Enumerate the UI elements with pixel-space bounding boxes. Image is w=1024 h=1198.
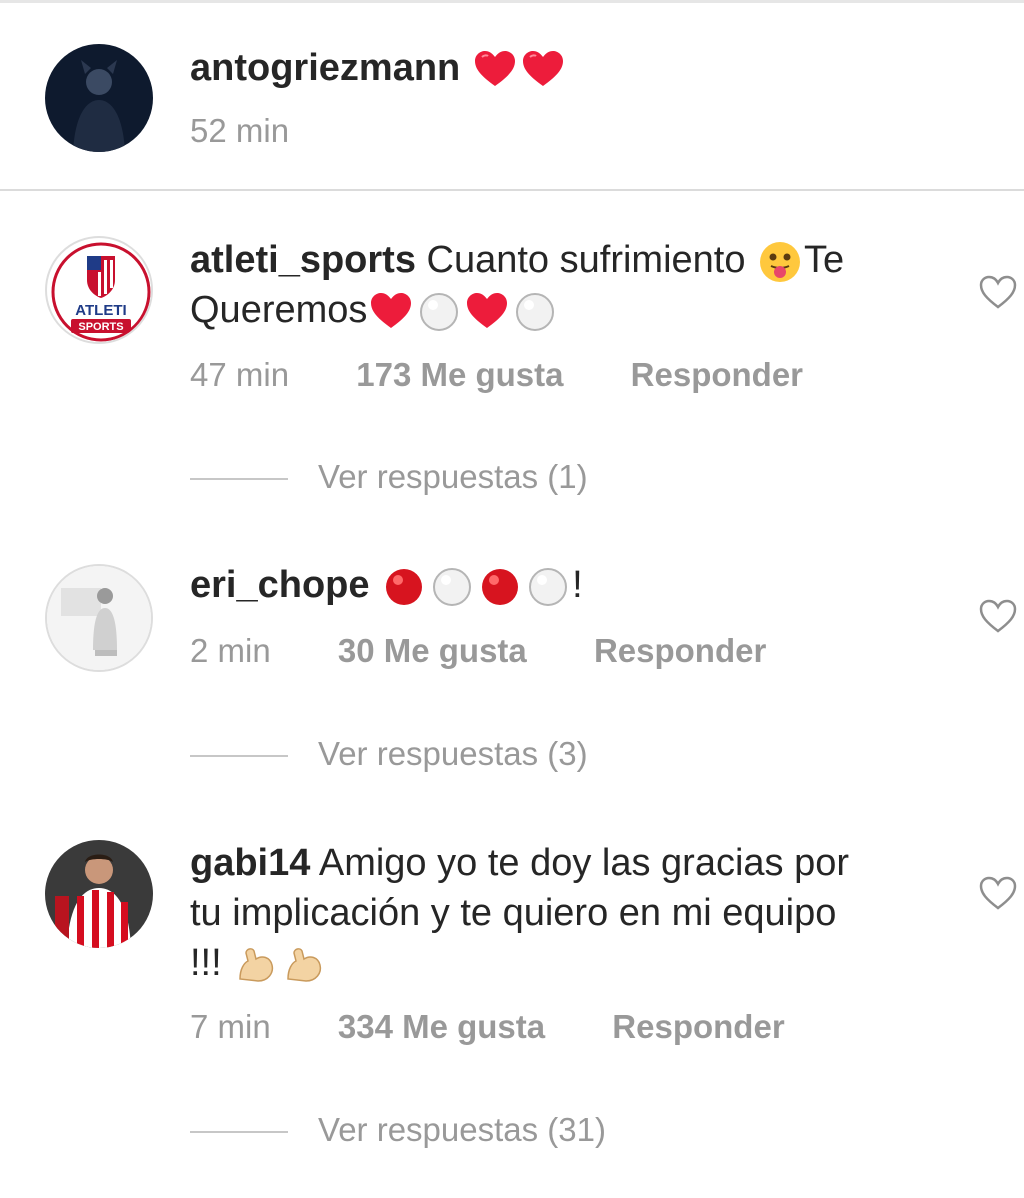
flexed-biceps-icon: [282, 943, 326, 987]
likes-count[interactable]: 334 Me gusta: [338, 1008, 545, 1046]
post-caption: antogriezmann 52 min: [0, 0, 1024, 192]
comment-time: 47 min: [190, 356, 290, 393]
reply-button[interactable]: Responder: [594, 632, 766, 670]
view-replies-button[interactable]: Ver respuestas (3): [190, 735, 588, 773]
likes-count[interactable]: 30 Me gusta: [338, 632, 527, 670]
logo-text-sports: SPORTS: [78, 321, 123, 333]
avatar[interactable]: [45, 840, 153, 948]
reply-button[interactable]: Responder: [612, 1008, 784, 1046]
profile-photo-icon: [45, 44, 153, 152]
comment-body: gabi14 Amigo yo te doy las gracias por t…: [190, 838, 870, 988]
likes-count[interactable]: 173 Me gusta: [356, 356, 563, 394]
replies-dash: [190, 478, 288, 481]
avatar[interactable]: [45, 564, 153, 672]
profile-photo-icon: [45, 840, 153, 948]
avatar[interactable]: ATLETI SPORTS: [45, 236, 153, 344]
view-replies-button[interactable]: Ver respuestas (31): [190, 1111, 606, 1149]
red-heart-icon: [465, 290, 509, 334]
view-replies-label: Ver respuestas (31): [318, 1111, 606, 1148]
red-ball-icon: [478, 565, 522, 609]
comment-meta: 2 min 30 Me gusta Responder: [190, 632, 766, 670]
red-heart-icon: [473, 48, 517, 92]
red-heart-icon: [521, 48, 565, 92]
replies-dash: [190, 755, 288, 758]
flexed-biceps-icon: [234, 943, 278, 987]
white-ball-icon: [417, 290, 461, 334]
avatar[interactable]: [45, 44, 153, 152]
white-ball-icon: [430, 565, 474, 609]
comment-body: eri_chope !: [190, 560, 583, 610]
header-divider: [0, 189, 1024, 191]
comment-username[interactable]: gabi14: [190, 842, 310, 884]
reply-button[interactable]: Responder: [631, 356, 803, 394]
comment-time: 2 min: [190, 632, 271, 669]
like-heart-icon[interactable]: [978, 274, 1018, 310]
view-replies-button[interactable]: Ver respuestas (1): [190, 458, 588, 496]
comment-meta: 7 min 334 Me gusta Responder: [190, 1008, 785, 1046]
view-replies-label: Ver respuestas (3): [318, 735, 588, 772]
logo-text-atleti: ATLETI: [75, 302, 126, 319]
like-heart-icon[interactable]: [978, 875, 1018, 911]
red-ball-icon: [382, 565, 426, 609]
like-heart-icon[interactable]: [978, 598, 1018, 634]
comment-meta: 47 min 173 Me gusta Responder: [190, 356, 803, 394]
white-ball-icon: [513, 290, 557, 334]
post-time: 52 min: [190, 112, 290, 149]
comment-text: Cuanto sufrimiento: [426, 239, 746, 281]
tongue-face-icon: [758, 240, 802, 284]
view-replies-label: Ver respuestas (1): [318, 458, 588, 495]
comment-username[interactable]: atleti_sports: [190, 239, 416, 281]
atleti-sports-logo-icon: ATLETI SPORTS: [48, 239, 151, 342]
red-heart-icon: [369, 290, 413, 334]
replies-dash: [190, 1131, 288, 1134]
white-ball-icon: [526, 565, 570, 609]
comment-username[interactable]: eri_chope: [190, 564, 370, 606]
comment-time: 7 min: [190, 1008, 271, 1045]
caption-line: antogriezmann: [190, 43, 567, 93]
comment-body: atleti_sports Cuanto sufrimiento Te Quer…: [190, 235, 930, 335]
comment-text: !: [572, 564, 583, 606]
profile-photo-icon: [47, 566, 151, 670]
post-username[interactable]: antogriezmann: [190, 47, 460, 89]
